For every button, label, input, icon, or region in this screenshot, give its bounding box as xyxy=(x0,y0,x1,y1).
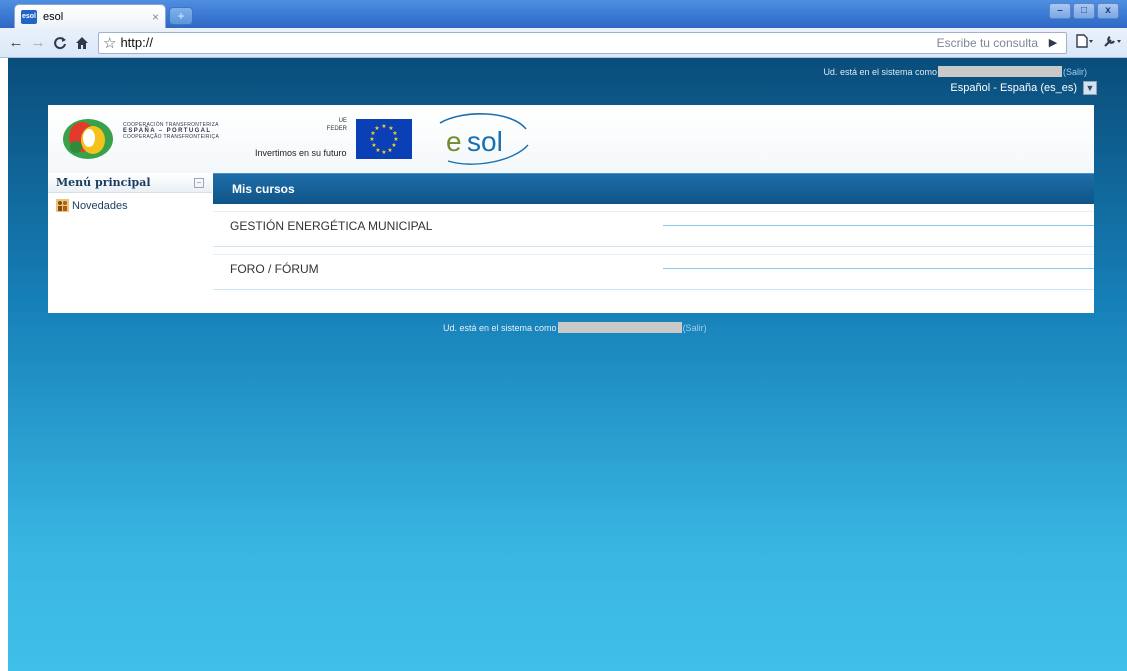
cooperation-text: COOPERACIÓN TRANSFRONTERIZA ESPAÑA – POR… xyxy=(123,122,220,140)
ue-feder-label: UE FEDER xyxy=(326,118,347,132)
new-tab-button[interactable]: + xyxy=(169,7,193,25)
bookmark-star-icon[interactable]: ☆ xyxy=(103,34,116,52)
address-bar[interactable]: ☆ http:// Escribe tu consulta ▶ xyxy=(98,31,1067,54)
reload-icon[interactable] xyxy=(50,33,70,53)
svg-text:e: e xyxy=(446,126,462,157)
main-card: COOPERACIÓN TRANSFRONTERIZA ESPAÑA – POR… xyxy=(48,105,1094,313)
svg-text:★: ★ xyxy=(392,130,397,137)
svg-text:★: ★ xyxy=(393,136,398,143)
svg-text:★: ★ xyxy=(381,149,386,156)
window-controls: – □ x xyxy=(1049,3,1119,19)
footer-login-text: Ud. está en el sistema como xyxy=(443,322,557,333)
sidebar-header: Menú principal − xyxy=(48,173,212,193)
course-row: GESTIÓN ENERGÉTICA MUNICIPAL xyxy=(213,205,1094,247)
svg-text:★: ★ xyxy=(374,125,379,132)
search-hint[interactable]: Escribe tu consulta xyxy=(937,36,1038,50)
redacted-username xyxy=(557,322,682,333)
svg-text:★: ★ xyxy=(369,136,374,143)
tab-close-icon[interactable]: × xyxy=(152,10,159,24)
course-link[interactable]: FORO / FÓRUM xyxy=(230,262,319,276)
svg-text:★: ★ xyxy=(387,147,392,154)
url-text[interactable]: http:// xyxy=(120,35,936,50)
my-courses-block: Mis cursos GESTIÓN ENERGÉTICA MUNICIPAL … xyxy=(213,173,1094,313)
close-window-button[interactable]: x xyxy=(1097,3,1119,19)
browser-tab[interactable]: esol esol × xyxy=(14,4,166,28)
chevron-down-icon[interactable]: ▼ xyxy=(1083,81,1097,95)
login-text: Ud. está en el sistema como xyxy=(823,66,937,77)
browser-titlebar: esol esol × + – □ x xyxy=(0,0,1127,28)
svg-text:★: ★ xyxy=(381,123,386,130)
home-icon[interactable] xyxy=(72,33,92,53)
sidebar-item-novedades[interactable]: Novedades xyxy=(48,193,212,218)
maximize-button[interactable]: □ xyxy=(1073,3,1095,19)
redacted-username xyxy=(938,66,1062,77)
course-row: FORO / FÓRUM xyxy=(213,248,1094,290)
page-background: Ud. está en el sistema como (Salir) Espa… xyxy=(8,58,1127,671)
language-selector[interactable]: Español - España (es_es) ▼ xyxy=(950,81,1097,95)
sidebar-item-label[interactable]: Novedades xyxy=(72,200,128,212)
course-link[interactable]: GESTIÓN ENERGÉTICA MUNICIPAL xyxy=(230,219,432,233)
login-info-top: Ud. está en el sistema como (Salir) xyxy=(823,66,1087,77)
sidebar-title: Menú principal xyxy=(56,176,151,189)
svg-text:★: ★ xyxy=(371,142,376,149)
minimize-button[interactable]: – xyxy=(1049,3,1071,19)
eu-flag-icon: ★ ★★ ★★★ ★★★ ★★★ xyxy=(356,119,412,159)
svg-text:sol: sol xyxy=(467,126,503,157)
forum-icon xyxy=(56,199,69,212)
footer-logout-link[interactable]: (Salir) xyxy=(683,323,707,333)
wrench-menu-icon[interactable] xyxy=(1103,34,1121,51)
language-value[interactable]: Español - España (es_es) xyxy=(950,82,1077,94)
login-info-footer: Ud. está en el sistema como (Salir) xyxy=(443,322,707,333)
esol-favicon-icon: esol xyxy=(21,9,37,24)
ue-slogan: Invertimos en su futuro xyxy=(255,148,347,158)
back-arrow-icon[interactable]: ← xyxy=(6,33,26,53)
site-banner: COOPERACIÓN TRANSFRONTERIZA ESPAÑA – POR… xyxy=(48,105,1094,173)
courses-header: Mis cursos xyxy=(213,173,1094,204)
esol-logo: e sol xyxy=(439,113,529,165)
courses-title: Mis cursos xyxy=(232,182,295,196)
forward-arrow-icon[interactable]: → xyxy=(28,33,48,53)
cooperation-logo xyxy=(63,119,113,159)
tab-title: esol xyxy=(43,10,64,23)
sidebar-main-menu: Menú principal − Novedades xyxy=(48,173,212,313)
collapse-icon[interactable]: − xyxy=(194,177,204,188)
browser-toolbar: ← → ☆ http:// Escribe tu consulta ▶ xyxy=(0,28,1127,58)
logout-link[interactable]: (Salir) xyxy=(1063,67,1087,77)
go-arrow-icon[interactable]: ▶ xyxy=(1044,36,1062,49)
page-menu-icon[interactable] xyxy=(1075,34,1093,51)
